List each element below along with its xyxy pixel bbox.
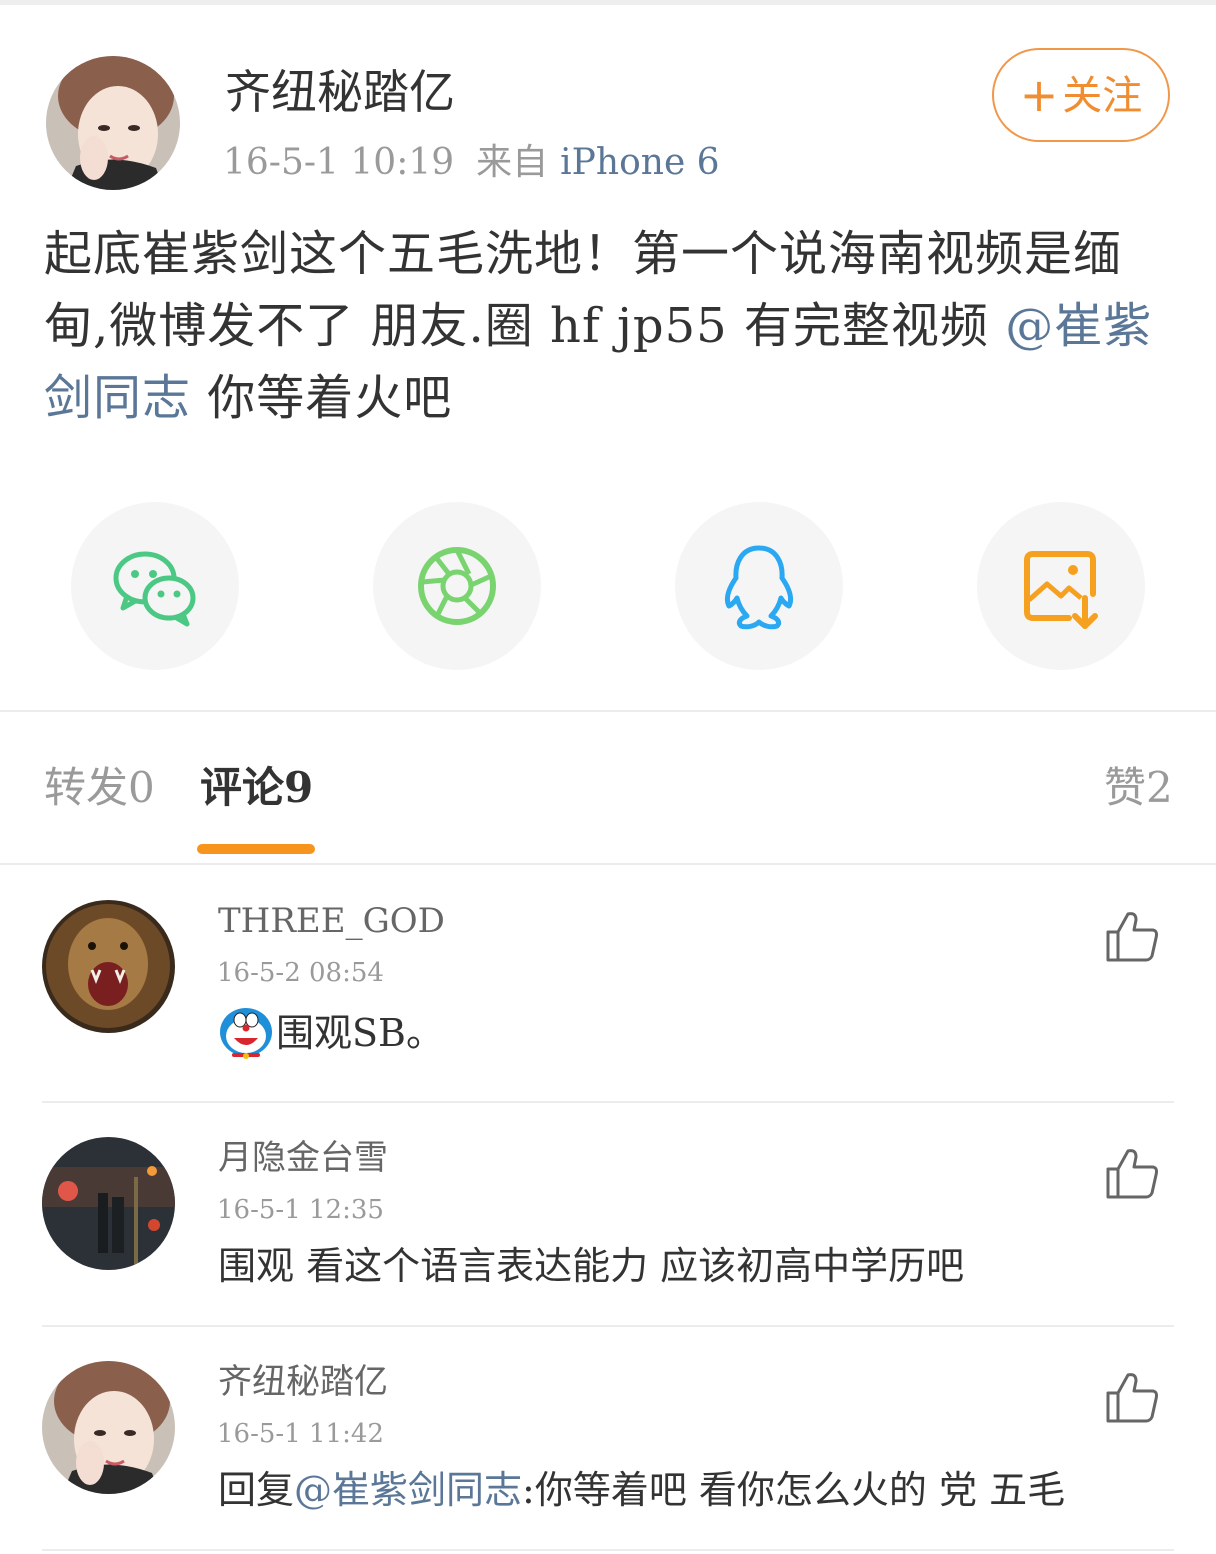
comment-time: 16-5-1 11:42 (217, 1419, 384, 1449)
comment-text: 围观 看这个语言表达能力 应该初高中学历吧 (218, 1244, 965, 1288)
tab-repost[interactable]: 转发0 (44, 758, 155, 818)
comment-user[interactable]: 齐纽秘踏亿 (218, 1359, 388, 1405)
comment-avatar[interactable] (42, 1137, 175, 1270)
source-device[interactable]: iPhone 6 (560, 142, 719, 183)
post-text: 起底崔紫剑这个五毛洗地！第一个说海南视频是缅甸,微博发不了 朋友.圈 hf jp… (44, 218, 1179, 434)
save-image-icon (1024, 551, 1098, 629)
comment-time: 16-5-2 08:54 (217, 958, 384, 988)
comment-separator (42, 1101, 1174, 1103)
like-icon[interactable] (1104, 1369, 1160, 1425)
tabs-divider (0, 863, 1216, 865)
active-tab-indicator (197, 844, 315, 854)
comment-separator (42, 1549, 1174, 1551)
comment-time: 16-5-1 12:35 (217, 1195, 384, 1225)
wechat-icon (113, 551, 196, 627)
comment-avatar[interactable] (42, 1361, 175, 1494)
author-avatar[interactable] (46, 56, 180, 190)
tab-likes[interactable]: 赞2 (1104, 758, 1173, 818)
comment-user[interactable]: 月隐金台雪 (218, 1135, 388, 1181)
reply-prefix: 回复 (218, 1468, 295, 1512)
comment-avatar[interactable] (42, 900, 175, 1033)
doraemon-emoji-icon (220, 1008, 272, 1059)
share-wechat-button[interactable] (71, 502, 239, 670)
top-strip (0, 0, 1216, 5)
follow-button[interactable]: + 关注 (992, 48, 1170, 142)
comment-text-body: 围观SB。 (276, 1011, 444, 1055)
share-qq-button[interactable] (675, 502, 843, 670)
comment-text: 回复@崔紫剑同志:你等着吧 看你怎么火的 党 五毛 (218, 1462, 1065, 1518)
comment-user[interactable]: THREE_GOD (218, 898, 445, 944)
reply-mention-link[interactable]: @崔紫剑同志 (294, 1468, 522, 1512)
tab-comments[interactable]: 评论9 (200, 758, 313, 818)
like-icon[interactable] (1104, 908, 1160, 964)
follow-label: 关注 (1062, 73, 1143, 119)
comment-text: 围观SB。 (218, 1004, 444, 1061)
post-meta: 16-5-1 10:19 来自 iPhone 6 (223, 138, 720, 188)
comment-separator (42, 1325, 1174, 1327)
post-text-main: 起底崔紫剑这个五毛洗地！第一个说海南视频是缅甸,微博发不了 朋友.圈 hf jp… (44, 226, 1123, 354)
post-timestamp: 16-5-1 10:19 (223, 142, 455, 183)
plus-icon: + (1019, 68, 1059, 122)
share-divider (0, 710, 1216, 712)
author-name[interactable]: 齐纽秘踏亿 (225, 60, 455, 124)
source-prefix: 来自 (476, 142, 549, 183)
qq-icon (724, 545, 794, 630)
share-moments-button[interactable] (373, 502, 541, 670)
moments-icon (418, 547, 496, 625)
save-image-button[interactable] (977, 502, 1145, 670)
like-icon[interactable] (1104, 1145, 1160, 1201)
reply-text: :你等着吧 看你怎么火的 党 五毛 (522, 1468, 1066, 1512)
post-text-tail: 你等着火吧 (191, 370, 453, 426)
